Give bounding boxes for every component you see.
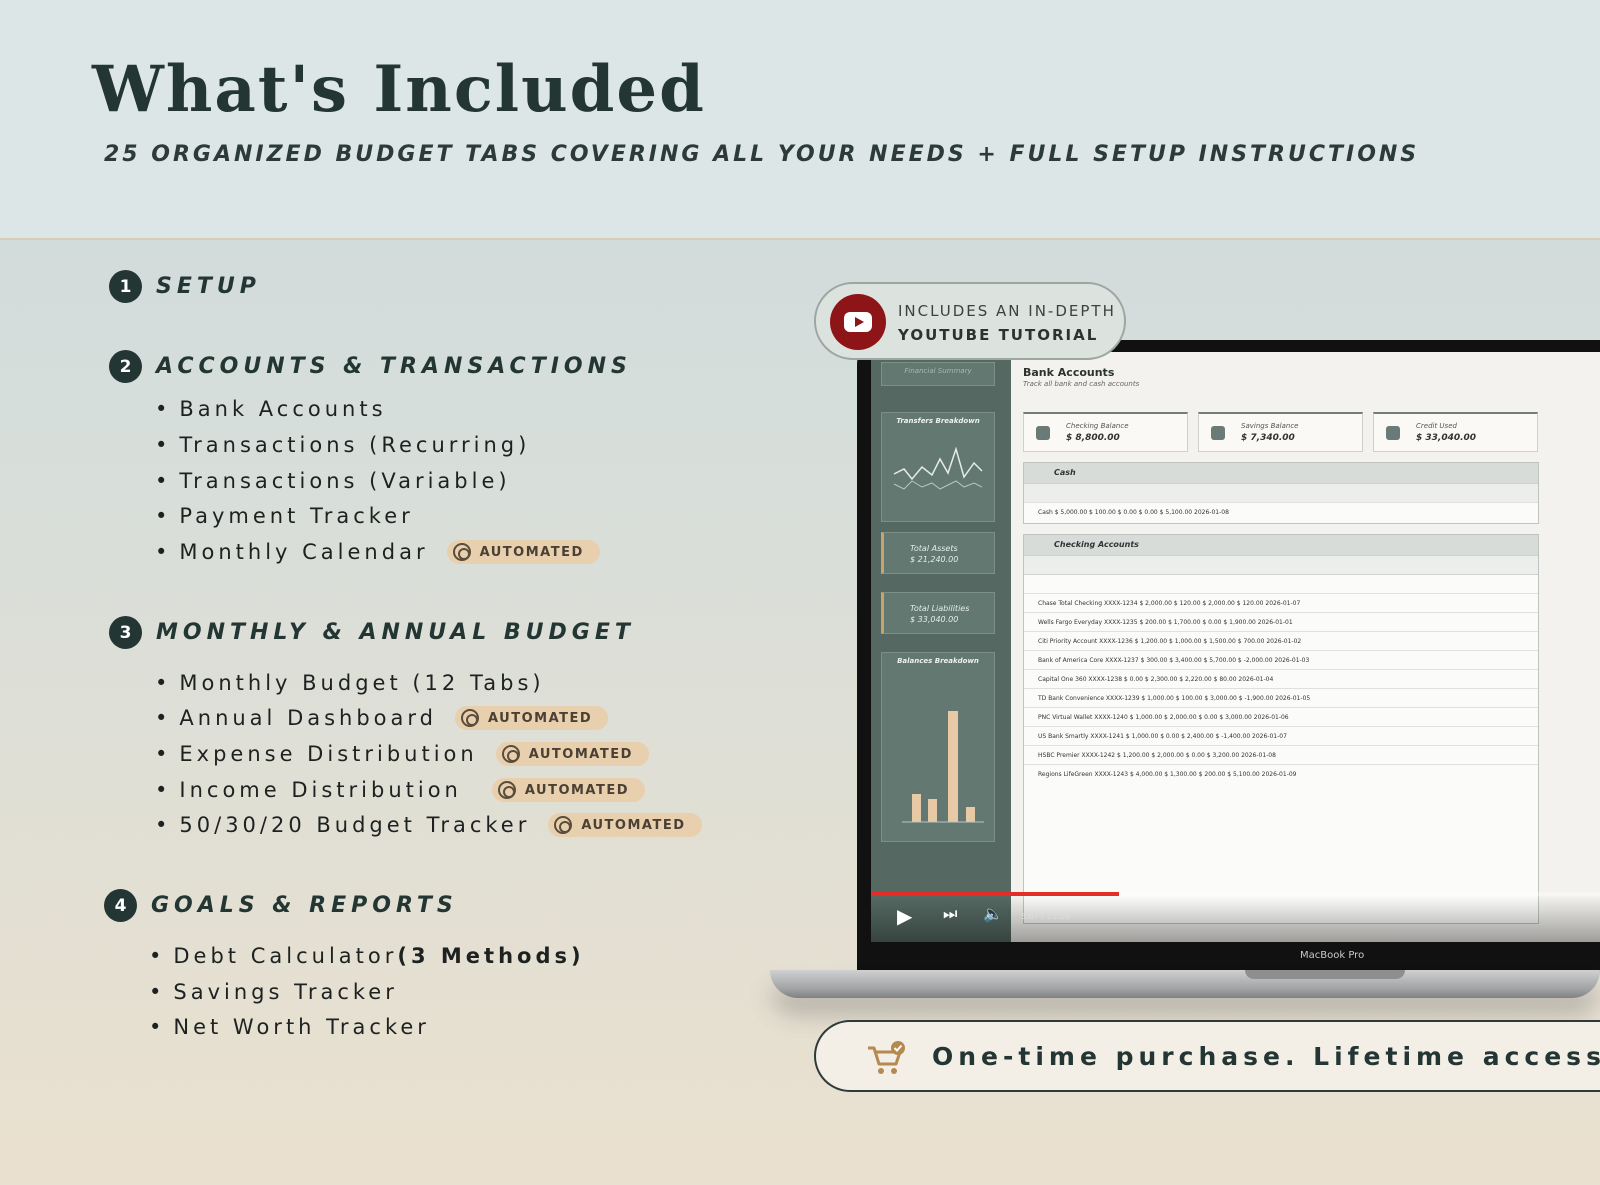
laptop-brand: MacBook Pro	[1300, 950, 1365, 961]
list-item: • Monthly Calendar AUTOMATED	[155, 540, 600, 564]
section-title: SETUP	[156, 274, 261, 299]
purchase-banner[interactable]: One-time purchase. Lifetime access	[814, 1020, 1600, 1092]
spreadsheet-content: Bank Accounts Track all bank and cash ac…	[1011, 352, 1600, 942]
list-item: • Annual Dashboard AUTOMATED	[155, 706, 609, 730]
automated-badge: AUTOMATED	[548, 813, 702, 837]
gear-icon	[461, 709, 479, 727]
cash-table: Cash Cash $ 5,000.00 $ 100.00 $ 0.00 $ 0…	[1023, 462, 1539, 524]
checking-table: Checking Accounts Chase Total Checking X…	[1023, 534, 1539, 924]
table-row: US Bank Smartly XXXX-1241 $ 1,000.00 $ 0…	[1024, 726, 1538, 745]
credit-card-icon	[1386, 426, 1400, 440]
automated-badge: AUTOMATED	[455, 706, 609, 730]
youtube-tutorial-badge[interactable]: INCLUDES AN IN-DEPTH YOUTUBE TUTORIAL	[814, 282, 1126, 360]
debt-methods: (3 Methods)	[397, 944, 585, 968]
section-title: MONTHLY & ANNUAL BUDGET	[156, 620, 635, 645]
page-title: What's Included	[92, 52, 706, 127]
table-row: Cash $ 5,000.00 $ 100.00 $ 0.00 $ 0.00 $…	[1024, 502, 1538, 521]
table-row: Bank of America Core XXXX-1237 $ 300.00 …	[1024, 650, 1538, 669]
video-screen[interactable]: Financial Summary Transfers Breakdown To…	[871, 352, 1600, 942]
page-subtitle: 25 ORGANIZED BUDGET TABS COVERING ALL YO…	[104, 142, 1420, 167]
kpi-checking: Checking Balance $ 8,800.00	[1023, 412, 1188, 452]
total-liabilities-card: Total Liabilities $ 33,040.00	[881, 592, 995, 634]
section-goals-reports: 4 GOALS & REPORTS	[104, 889, 458, 922]
automated-badge: AUTOMATED	[446, 540, 600, 564]
kpi-savings: Savings Balance $ 7,340.00	[1198, 412, 1363, 452]
table-row: Citi Priority Account XXXX-1236 $ 1,200.…	[1024, 631, 1538, 650]
list-item: • Bank Accounts	[155, 397, 387, 421]
total-assets-card: Total Assets $ 21,240.00	[881, 532, 995, 574]
list-item: • Net Worth Tracker	[149, 1015, 430, 1039]
section-monthly-annual-budget: 3 MONTHLY & ANNUAL BUDGET	[109, 616, 635, 649]
savings-icon	[1211, 426, 1225, 440]
list-item: • Monthly Budget (12 Tabs)	[155, 671, 545, 695]
gear-icon	[554, 816, 573, 834]
section-number: 1	[109, 270, 142, 303]
spreadsheet-sidebar: Financial Summary Transfers Breakdown To…	[871, 352, 1011, 942]
transfers-chart-svg	[893, 446, 983, 490]
video-controls: ▶ ⏭ 🔈 5:07 / 15:28	[871, 896, 1600, 942]
header-banner: What's Included 25 ORGANIZED BUDGET TABS…	[0, 0, 1600, 240]
next-icon[interactable]: ⏭	[943, 904, 957, 924]
section-title: GOALS & REPORTS	[151, 893, 458, 918]
section-setup: 1 SETUP	[109, 270, 261, 303]
table-row: Chase Total Checking XXXX-1234 $ 2,000.0…	[1024, 593, 1538, 612]
section-number: 2	[109, 350, 142, 383]
purchase-text: One-time purchase. Lifetime access	[932, 1042, 1600, 1071]
gear-icon	[497, 781, 516, 799]
list-item: • Transactions (Recurring)	[155, 433, 531, 457]
balances-chart-svg	[902, 711, 984, 823]
list-item: • Savings Tracker	[149, 980, 398, 1004]
balances-chart: Balances Breakdown	[881, 652, 995, 842]
table-row: Regions LifeGreen XXXX-1243 $ 4,000.00 $…	[1024, 764, 1538, 783]
section-title: ACCOUNTS & TRANSACTIONS	[156, 354, 632, 379]
video-time: 5:07 / 15:28	[1021, 912, 1070, 921]
laptop-base	[770, 970, 1600, 998]
section-accounts-transactions: 2 ACCOUNTS & TRANSACTIONS	[109, 350, 632, 383]
list-item: • Expense Distribution AUTOMATED	[155, 742, 649, 766]
youtube-icon	[830, 294, 886, 350]
gear-icon	[501, 745, 520, 763]
list-item: • Debt Calculator (3 Methods)	[149, 944, 585, 968]
list-item: • Income Distribution AUTOMATED	[155, 778, 646, 802]
laptop-screen-frame: Financial Summary Transfers Breakdown To…	[857, 340, 1600, 972]
youtube-line2: YOUTUBE TUTORIAL	[898, 326, 1099, 344]
sheet-title: Bank Accounts	[1023, 366, 1115, 379]
kpi-credit: Credit Used $ 33,040.00	[1373, 412, 1538, 452]
play-icon[interactable]: ▶	[897, 904, 912, 928]
gear-icon	[452, 543, 471, 561]
table-row: Wells Fargo Everyday XXXX-1235 $ 200.00 …	[1024, 612, 1538, 631]
automated-badge: AUTOMATED	[495, 742, 649, 766]
table-row: TD Bank Convenience XXXX-1239 $ 1,000.00…	[1024, 688, 1538, 707]
youtube-line1: INCLUDES AN IN-DEPTH	[898, 302, 1116, 320]
table-row: PNC Virtual Wallet XXXX-1240 $ 1,000.00 …	[1024, 707, 1538, 726]
table-row: Capital One 360 XXXX-1238 $ 0.00 $ 2,300…	[1024, 669, 1538, 688]
volume-icon[interactable]: 🔈	[983, 904, 1003, 923]
sheet-subtitle: Track all bank and cash accounts	[1023, 380, 1140, 388]
sidebar-tab[interactable]: Financial Summary	[881, 362, 995, 386]
list-item: • Payment Tracker	[155, 504, 414, 528]
laptop-notch	[1245, 970, 1405, 979]
section-number: 4	[104, 889, 137, 922]
transfers-chart: Transfers Breakdown	[881, 412, 995, 522]
automated-badge: AUTOMATED	[491, 778, 646, 802]
section-number: 3	[109, 616, 142, 649]
bank-icon	[1036, 426, 1050, 440]
list-item: • Transactions (Variable)	[155, 469, 511, 493]
table-row: HSBC Premier XXXX-1242 $ 1,200.00 $ 2,00…	[1024, 745, 1538, 764]
list-item: • 50/30/20 Budget Tracker AUTOMATED	[155, 813, 702, 837]
shopping-cart-icon	[868, 1041, 905, 1074]
